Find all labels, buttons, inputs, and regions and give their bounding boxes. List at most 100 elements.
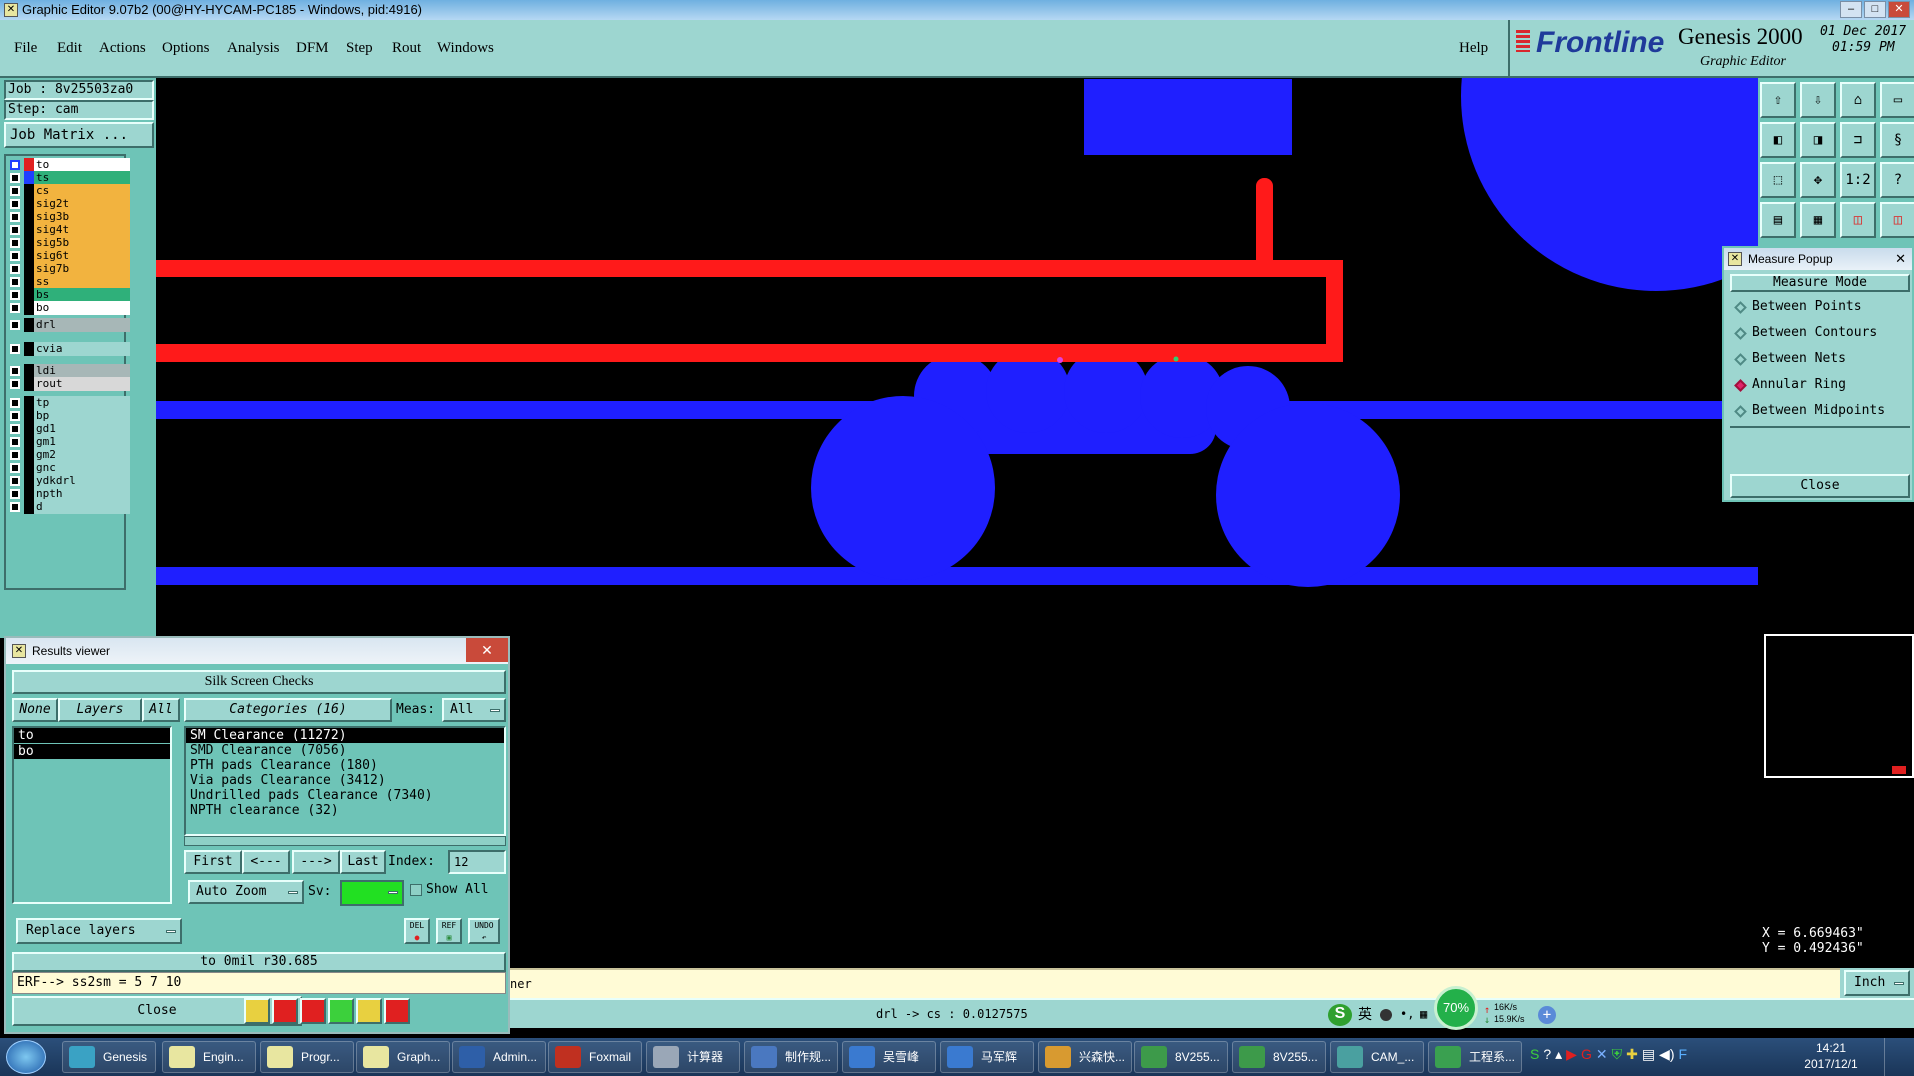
- job-matrix-button[interactable]: Job Matrix ...: [4, 122, 154, 148]
- layer-row-ldi[interactable]: ldi: [8, 364, 130, 378]
- category-item[interactable]: Undrilled pads Clearance (7340): [186, 788, 504, 803]
- pan-left-icon[interactable]: ◧: [1760, 122, 1796, 158]
- layer-checkbox[interactable]: [10, 277, 20, 287]
- layer-checkbox[interactable]: [10, 398, 20, 408]
- radio-icon[interactable]: [1734, 353, 1747, 366]
- layer-row-sig6t[interactable]: sig6t: [8, 249, 130, 263]
- layer-checkbox[interactable]: [10, 290, 20, 300]
- layer-row-sig3b[interactable]: sig3b: [8, 210, 130, 224]
- maximize-icon[interactable]: □: [1864, 1, 1886, 18]
- taskbar-item[interactable]: 制作规...: [744, 1041, 838, 1073]
- all-layers-button[interactable]: All: [142, 698, 180, 722]
- layer-row-gm2[interactable]: gm2: [8, 448, 130, 462]
- menu-edit[interactable]: Edit: [57, 40, 82, 57]
- layer-row-ss[interactable]: ss: [8, 275, 130, 289]
- person-icon[interactable]: [244, 998, 270, 1024]
- categories-button[interactable]: Categories (16): [184, 698, 392, 722]
- taskbar-item[interactable]: 工程系...: [1428, 1041, 1522, 1073]
- help-icon[interactable]: ?: [1880, 162, 1914, 198]
- layer-row-bp[interactable]: bp: [8, 409, 130, 423]
- layer-row-sig2t[interactable]: sig2t: [8, 197, 130, 211]
- results-close-icon[interactable]: ✕: [466, 638, 508, 662]
- layers-button[interactable]: Layers: [58, 698, 142, 722]
- layer-checkbox[interactable]: [10, 173, 20, 183]
- menu-dfm[interactable]: DFM: [296, 40, 329, 57]
- zoom-out-icon[interactable]: ⌂: [1840, 82, 1876, 118]
- speed-plus-icon[interactable]: +: [1538, 1006, 1556, 1024]
- menu-file[interactable]: File: [14, 40, 37, 57]
- layer-checkbox[interactable]: [10, 424, 20, 434]
- layers-a-icon[interactable]: ◫: [1840, 202, 1876, 238]
- layer-row-d[interactable]: d: [8, 500, 130, 514]
- categories-scrollbar[interactable]: [184, 836, 506, 846]
- layer-row-ts[interactable]: ts: [8, 171, 130, 185]
- taskbar-item[interactable]: 计算器: [646, 1041, 740, 1073]
- next-button[interactable]: --->: [292, 850, 340, 874]
- result-layers-list[interactable]: to bo: [12, 726, 172, 904]
- minimize-icon[interactable]: –: [1840, 1, 1862, 18]
- show-desktop-button[interactable]: [1884, 1038, 1914, 1076]
- layer-row-ydkdrl[interactable]: ydkdrl: [8, 474, 130, 488]
- menu-options[interactable]: Options: [162, 40, 210, 57]
- close-icon[interactable]: ✕: [1888, 1, 1910, 18]
- layer-checkbox[interactable]: [10, 366, 20, 376]
- prev-button[interactable]: <---: [242, 850, 290, 874]
- menu-step[interactable]: Step: [346, 40, 373, 57]
- layer-checkbox[interactable]: [10, 251, 20, 261]
- tray-flag-icon[interactable]: ▶: [1566, 1046, 1577, 1063]
- menu-rout[interactable]: Rout: [392, 40, 421, 57]
- tray-g-icon[interactable]: G: [1581, 1046, 1592, 1063]
- measure-option-2[interactable]: Between Nets: [1730, 348, 1910, 374]
- layer-checkbox[interactable]: [10, 238, 20, 248]
- sogou-ime-icon[interactable]: S: [1328, 1004, 1352, 1026]
- tray-shield-icon[interactable]: ⛨: [1612, 1046, 1623, 1063]
- menu-analysis[interactable]: Analysis: [227, 40, 280, 57]
- tray-x-icon[interactable]: ✕: [1596, 1046, 1608, 1063]
- layer-row-bs[interactable]: bs: [8, 288, 130, 302]
- clock-date[interactable]: 2017/12/1: [1786, 1057, 1876, 1071]
- taskbar-item[interactable]: 马军辉: [940, 1041, 1034, 1073]
- layer-row-rout[interactable]: rout: [8, 377, 130, 391]
- number-icon[interactable]: [328, 998, 354, 1024]
- del-button[interactable]: DEL ●: [404, 918, 430, 944]
- tray-network-icon[interactable]: ▤: [1642, 1046, 1655, 1063]
- screen-icon[interactable]: ▭: [1880, 82, 1914, 118]
- taskbar-item[interactable]: Genesis: [62, 1041, 156, 1073]
- first-button[interactable]: First: [184, 850, 242, 874]
- tray-feiq-icon[interactable]: F: [1678, 1046, 1687, 1063]
- tray-arrow-icon[interactable]: ▴: [1555, 1046, 1562, 1063]
- layers-b-icon[interactable]: ◫: [1880, 202, 1914, 238]
- layer-checkbox[interactable]: [10, 160, 20, 170]
- index-input[interactable]: 12: [448, 850, 506, 874]
- start-button-icon[interactable]: [6, 1040, 46, 1074]
- grid-icon[interactable]: ▦: [1800, 202, 1836, 238]
- taskbar-item[interactable]: 兴森快...: [1038, 1041, 1132, 1073]
- snap-icon[interactable]: §: [1880, 122, 1914, 158]
- minimap[interactable]: [1764, 634, 1914, 778]
- replace-layers-dropdown[interactable]: Replace layers: [16, 918, 182, 944]
- category-item[interactable]: Via pads Clearance (3412): [186, 773, 504, 788]
- meas-dropdown[interactable]: All: [442, 698, 506, 722]
- report-icon[interactable]: [272, 998, 298, 1024]
- layer-row-sig7b[interactable]: sig7b: [8, 262, 130, 276]
- layer-row-bo[interactable]: bo: [8, 301, 130, 315]
- layer-checkbox[interactable]: [10, 303, 20, 313]
- measure-option-0[interactable]: Between Points: [1730, 296, 1910, 322]
- layer-checkbox[interactable]: [10, 476, 20, 486]
- tray-volume-icon[interactable]: ◀): [1659, 1046, 1674, 1063]
- categories-list[interactable]: SM Clearance (11272) SMD Clearance (7056)…: [184, 726, 506, 836]
- taskbar-item[interactable]: 8V255...: [1232, 1041, 1326, 1073]
- category-item[interactable]: NPTH clearance (32): [186, 803, 504, 818]
- layer-row-cs[interactable]: cs: [8, 184, 130, 198]
- taskbar-item[interactable]: Graph...: [356, 1041, 450, 1073]
- layer-checkbox[interactable]: [10, 450, 20, 460]
- layer-checkbox[interactable]: [10, 411, 20, 421]
- chart-icon[interactable]: [384, 998, 410, 1024]
- taskbar-item[interactable]: Progr...: [260, 1041, 354, 1073]
- clipboard-icon[interactable]: ▤: [1760, 202, 1796, 238]
- tray-warning-icon[interactable]: ✚: [1626, 1046, 1638, 1063]
- auto-zoom-dropdown[interactable]: Auto Zoom: [188, 880, 304, 904]
- layer-checkbox[interactable]: [10, 225, 20, 235]
- show-all-checkbox[interactable]: [410, 884, 422, 896]
- category-item[interactable]: SM Clearance (11272): [186, 728, 504, 743]
